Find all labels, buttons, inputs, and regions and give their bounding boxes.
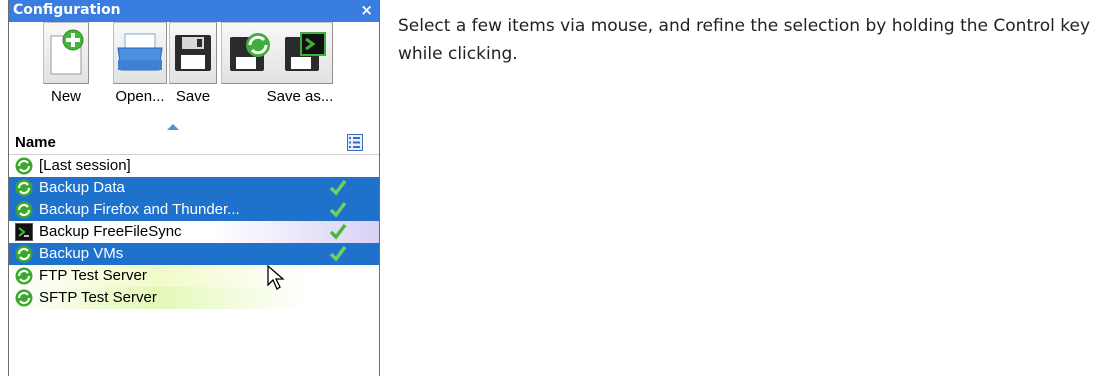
column-options-icon[interactable] bbox=[347, 134, 363, 151]
save-as-batch-icon bbox=[284, 32, 326, 71]
list-item[interactable]: [Last session] bbox=[9, 155, 379, 177]
sync-arrows-icon bbox=[15, 179, 33, 197]
check-icon bbox=[329, 223, 347, 240]
list-item-label: FTP Test Server bbox=[39, 267, 147, 284]
save-as-sync-icon bbox=[229, 33, 270, 71]
list-item-label: Backup VMs bbox=[39, 245, 124, 262]
list-item-label: SFTP Test Server bbox=[39, 289, 157, 306]
panel-title: Configuration bbox=[13, 2, 121, 18]
list-item[interactable]: SFTP Test Server bbox=[9, 287, 379, 309]
list-item-label: Backup Firefox and Thunder... bbox=[39, 201, 240, 218]
instruction-text: Select a few items via mouse, and refine… bbox=[398, 16, 1091, 64]
list-item[interactable]: FTP Test Server bbox=[9, 265, 379, 287]
save-button-label: Save bbox=[175, 88, 211, 105]
panel-titlebar: Configuration × bbox=[9, 0, 379, 22]
sync-arrows-icon bbox=[15, 267, 33, 285]
list-item-label: Backup FreeFileSync bbox=[39, 223, 182, 240]
list-item[interactable]: Backup FreeFileSync bbox=[9, 221, 379, 243]
list-item[interactable]: Backup Data bbox=[9, 177, 379, 199]
save-button-face bbox=[169, 22, 217, 84]
list-item[interactable]: Backup Firefox and Thunder... bbox=[9, 199, 379, 221]
new-button[interactable]: New bbox=[43, 22, 89, 118]
list-item-label: Backup Data bbox=[39, 179, 125, 196]
check-icon bbox=[329, 245, 347, 262]
open-button[interactable]: Open... bbox=[113, 22, 167, 118]
list-item[interactable]: Backup VMs bbox=[9, 243, 379, 265]
open-button-face bbox=[113, 22, 167, 84]
check-icon bbox=[329, 201, 347, 218]
save-as-button-face bbox=[221, 22, 333, 84]
save-button[interactable]: Save bbox=[169, 22, 217, 118]
sync-arrows-icon bbox=[15, 289, 33, 307]
list-item-label: [Last session] bbox=[39, 157, 131, 174]
new-config-icon bbox=[50, 29, 84, 75]
configuration-panel: Configuration × New Open... Save Save as… bbox=[8, 0, 380, 376]
new-button-label: New bbox=[50, 88, 81, 105]
batch-terminal-icon bbox=[15, 223, 33, 241]
column-name-label: Name bbox=[15, 134, 56, 151]
sync-arrows-icon bbox=[15, 157, 33, 175]
config-list: [Last session] Backup Data Backup Firefo… bbox=[9, 155, 379, 309]
close-icon[interactable]: × bbox=[360, 0, 373, 20]
mouse-pointer-icon bbox=[267, 265, 285, 290]
save-as-button-label: Save as... bbox=[266, 88, 334, 105]
new-button-face bbox=[43, 22, 89, 84]
column-header[interactable]: Name bbox=[9, 124, 379, 155]
open-folder-icon bbox=[117, 33, 163, 71]
sync-arrows-icon bbox=[15, 201, 33, 219]
floppy-save-icon bbox=[175, 35, 211, 71]
save-as-button[interactable]: Save as... bbox=[221, 22, 333, 118]
check-icon bbox=[329, 179, 347, 196]
sort-ascending-icon bbox=[167, 124, 179, 130]
config-toolbar: New Open... Save Save as... bbox=[9, 22, 379, 118]
sync-arrows-icon bbox=[15, 245, 33, 263]
